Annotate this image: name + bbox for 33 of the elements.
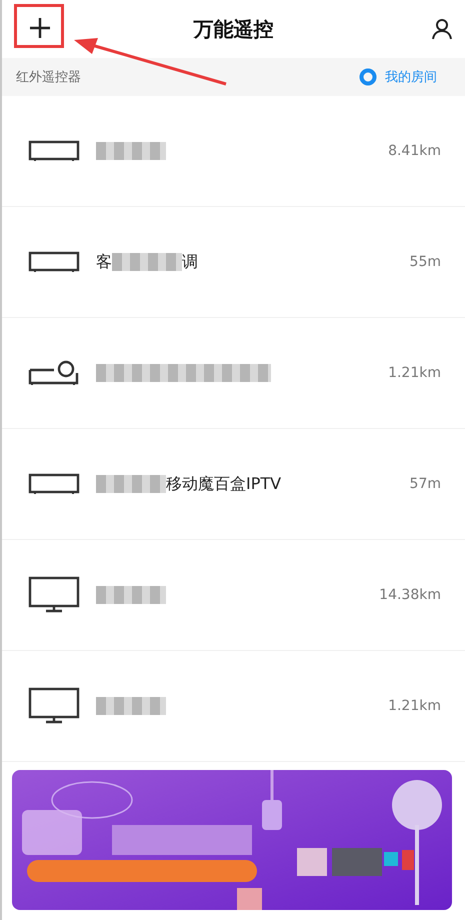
section-label: 红外遥控器: [16, 69, 81, 86]
device-row[interactable]: 1.21km: [2, 318, 465, 429]
blurred-text: [112, 253, 182, 271]
distance-label: 55m: [410, 254, 441, 270]
ring-icon: [359, 68, 377, 86]
tv-icon: [28, 576, 80, 614]
distance-label: 1.21km: [388, 365, 441, 381]
projector-icon: [28, 360, 80, 386]
distance-label: 14.38km: [379, 587, 441, 603]
set-top-box-icon: [28, 251, 80, 273]
set-top-box-icon: [28, 140, 80, 162]
my-room-link[interactable]: 我的房间: [359, 68, 437, 86]
device-row[interactable]: 客 调 55m: [2, 207, 465, 318]
blurred-text: [96, 475, 166, 493]
device-name: 调: [182, 252, 198, 272]
distance-label: 57m: [410, 476, 441, 492]
tv-icon: [28, 687, 80, 725]
blurred-text: [96, 142, 166, 160]
blurred-text: [96, 697, 166, 715]
device-row[interactable]: 14.38km: [2, 540, 465, 651]
distance-label: 1.21km: [388, 698, 441, 714]
set-top-box-icon: [28, 473, 80, 495]
user-icon[interactable]: [431, 18, 453, 40]
highlight-box: [14, 4, 64, 48]
device-row[interactable]: 8.41km: [2, 96, 465, 207]
blurred-text: [96, 586, 166, 604]
page-title: 万能遥控: [194, 16, 274, 42]
device-row[interactable]: 1.21km: [2, 651, 465, 762]
plus-icon: [28, 16, 52, 40]
device-name: 移动魔百盒IPTV: [166, 474, 282, 494]
distance-label: 8.41km: [388, 143, 441, 159]
device-row[interactable]: 移动魔百盒IPTV 57m: [2, 429, 465, 540]
device-name: 客: [96, 252, 112, 272]
